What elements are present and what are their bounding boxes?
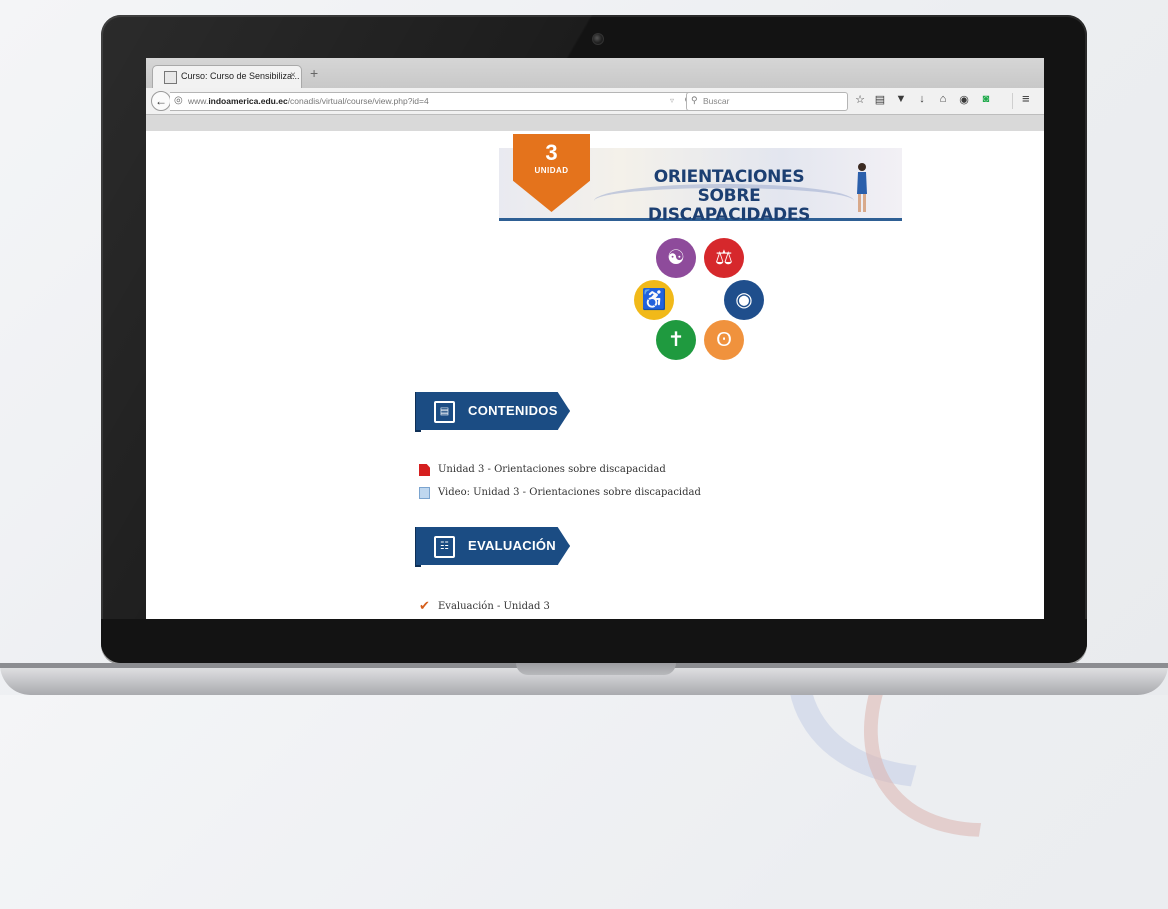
- unit-label: UNIDAD: [534, 166, 569, 175]
- search-box[interactable]: ⚲ Buscar: [686, 92, 848, 111]
- ear-icon: ʘ: [704, 320, 744, 360]
- screen-bezel-bottom: [101, 619, 1087, 663]
- address-bar[interactable]: ◎ www.indoamerica.edu.ec/conadis/virtual…: [170, 92, 701, 111]
- star-icon[interactable]: ☆: [853, 93, 867, 106]
- banner-title: ORIENTACIONES SOBRE DISCAPACIDADES: [629, 168, 829, 225]
- visual-disability-icon: ⚖: [704, 238, 744, 278]
- browser-window: Curso: Curso de Sensibiliza... × + ← ◎ w…: [146, 58, 1044, 619]
- extension-icon[interactable]: ◙: [979, 93, 993, 105]
- new-tab-button[interactable]: +: [310, 66, 318, 80]
- unit-banner: 3 UNIDAD ORIENTACIONES SOBRE DISCAPACIDA…: [499, 134, 902, 225]
- unit-number: 3: [545, 140, 558, 165]
- resource-link[interactable]: Video: Unidad 3 - Orientaciones sobre di…: [438, 487, 701, 498]
- globe-icon: ◎: [174, 95, 183, 106]
- navigation-bar: ← ◎ www.indoamerica.edu.ec/conadis/virtu…: [146, 88, 1044, 115]
- section-title: CONTENIDOS: [468, 403, 558, 418]
- laptop-opening-notch: [516, 663, 676, 675]
- browser-tab[interactable]: Curso: Curso de Sensibiliza... ×: [152, 65, 302, 89]
- wheelchair-icon: ♿: [634, 280, 674, 320]
- page-top-band: [146, 115, 1044, 131]
- pocket-icon[interactable]: ▼: [894, 93, 908, 105]
- hamburger-menu-icon[interactable]: ≡: [1022, 91, 1030, 106]
- tab-title: Curso: Curso de Sensibiliza...: [181, 71, 300, 81]
- banner-title-line1: ORIENTACIONES SOBRE: [653, 167, 805, 206]
- dropdown-arrow-icon[interactable]: ▿: [670, 96, 674, 105]
- book-icon: ▤: [434, 401, 455, 423]
- chat-icon[interactable]: ◉: [957, 93, 971, 106]
- home-icon[interactable]: ⌂: [936, 93, 950, 105]
- search-placeholder: Buscar: [703, 96, 730, 106]
- webcam: [592, 33, 604, 45]
- section-header-contenidos: ▤ CONTENIDOS: [416, 392, 570, 430]
- tab-strip: Curso: Curso de Sensibiliza... × +: [146, 58, 1044, 89]
- section-header-evaluacion: ☷ EVALUACIÓN: [416, 527, 570, 565]
- toolbar-separator: [1012, 93, 1013, 109]
- intellectual-disability-icon: ☯: [656, 238, 696, 278]
- pdf-file-icon: [419, 464, 430, 476]
- resource-link[interactable]: Unidad 3 - Orientaciones sobre discapaci…: [438, 464, 666, 475]
- list-icon: ☷: [434, 536, 455, 558]
- page-resource-icon: [419, 487, 430, 499]
- url-text: www.indoamerica.edu.ec/conadis/virtual/c…: [188, 96, 429, 106]
- back-button[interactable]: ←: [151, 91, 171, 111]
- clipboard-icon[interactable]: ▤: [873, 93, 887, 106]
- tab-close-icon[interactable]: ×: [290, 70, 296, 81]
- psychosocial-disability-icon: ◉: [724, 280, 764, 320]
- quiz-check-icon: ✔: [419, 599, 430, 614]
- page-icon: [164, 71, 177, 84]
- banner-title-line2: DISCAPACIDADES: [647, 205, 811, 225]
- section-title: EVALUACIÓN: [468, 538, 556, 553]
- unit-ribbon: 3 UNIDAD: [513, 134, 590, 212]
- woman-figure-icon: [857, 163, 867, 212]
- resource-link[interactable]: Evaluación - Unidad 3: [438, 601, 550, 612]
- search-icon: ⚲: [691, 95, 698, 105]
- download-icon[interactable]: ↓: [915, 93, 929, 105]
- person-icon: ✝: [656, 320, 696, 360]
